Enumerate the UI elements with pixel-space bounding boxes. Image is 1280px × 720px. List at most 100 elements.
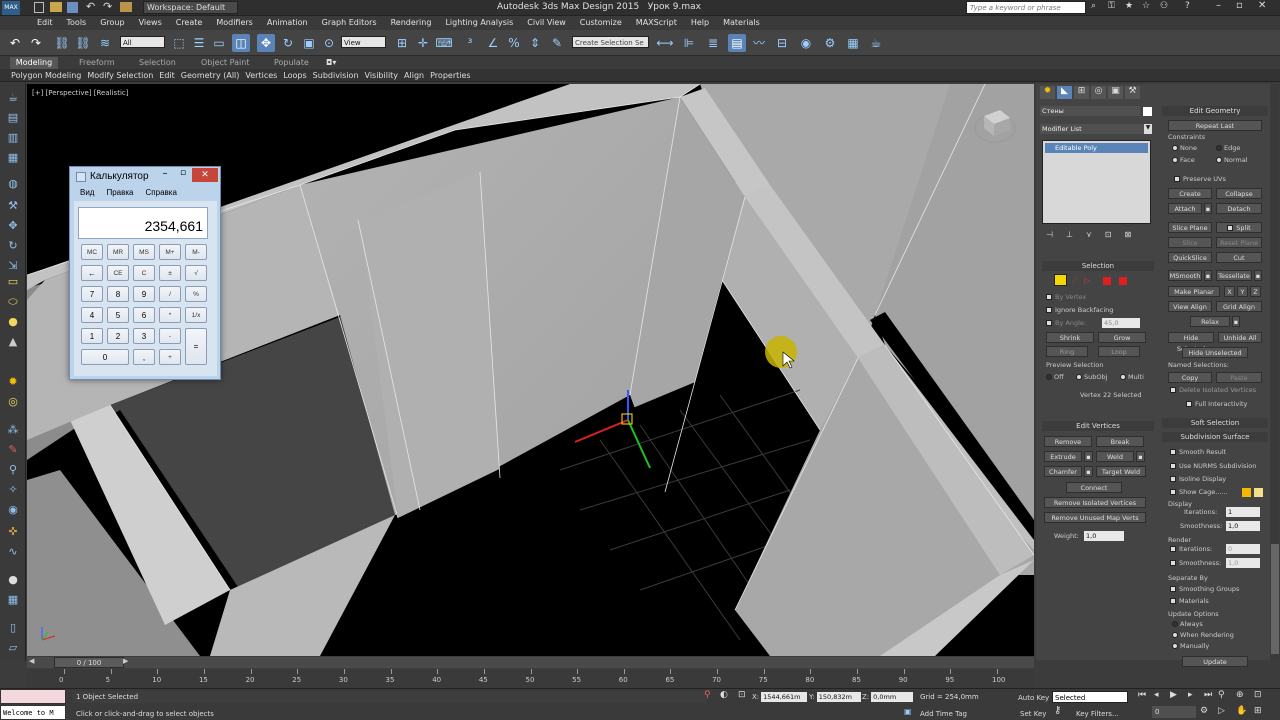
attach-button[interactable]: Attach [1168,203,1202,214]
iterations-spinner[interactable]: 1 [1226,507,1260,517]
polygon-mode-icon[interactable] [1103,277,1111,285]
calc-key-sqrt[interactable]: √ [185,265,207,281]
hierarchy-tab-icon[interactable]: ⊞ [1074,86,1089,99]
move-icon[interactable]: ✥ [5,219,21,233]
time-slider[interactable]: ◀ 0 / 100 ▶ [27,657,1034,668]
update-when-rendering-radio[interactable]: When Rendering [1172,630,1234,640]
frame-field[interactable]: 0 [1152,706,1196,718]
rect-selection-icon[interactable]: ▭ [210,34,228,52]
chamfer-settings-icon[interactable]: ▪ [1084,466,1093,477]
time-config-icon[interactable]: ⚙ [1200,706,1208,716]
open-file-icon[interactable] [50,2,62,12]
render-setup-icon[interactable]: ⚙ [821,34,839,52]
expand-icon[interactable]: ▱ [5,641,21,655]
select-manipulate-icon[interactable]: ✛ [414,34,432,52]
calc-key-ms[interactable]: MS [133,244,155,260]
link-icon[interactable]: ⛓ [53,34,71,52]
snaps-toggle-icon[interactable]: ³ [461,34,479,52]
panel-vertices[interactable]: Vertices [242,69,280,82]
curve-editor-icon[interactable]: 〰 [750,34,768,52]
planar-z-button[interactable]: Z [1250,286,1261,297]
time-slider-left-arrow-icon[interactable]: ◀ [29,657,34,665]
close-icon[interactable]: ✕ [1258,0,1266,11]
target-weld-button[interactable]: Target Weld [1096,466,1146,477]
relax-button[interactable]: Relax [1190,316,1230,327]
panel-align[interactable]: Align [401,69,427,82]
calc-close-icon[interactable]: ✕ [192,168,218,182]
paste-button[interactable]: Paste [1216,372,1262,383]
attach-settings-icon[interactable]: ▪ [1204,203,1212,214]
pivot-center-icon[interactable]: ⊞ [393,34,411,52]
smoothness-spinner[interactable]: 1,0 [1226,521,1260,531]
camera-icon[interactable]: ◍ [5,177,21,191]
constraint-normal-radio[interactable]: Normal [1216,155,1248,165]
spline-icon[interactable]: ∿ [5,545,21,559]
calc-key-ce[interactable]: CE [107,265,129,281]
key-mode-dropdown[interactable]: Selected [1052,691,1128,703]
search-icon[interactable]: ⌕ [1091,1,1096,11]
viewport-label[interactable]: [+] [Perspective] [Realistic] [32,88,128,98]
weight-spinner[interactable]: 1,0 [1084,531,1124,541]
layer-manager-icon[interactable]: ≣ [704,34,722,52]
soft-selection-rollout-title[interactable]: Soft Selection [1162,418,1268,428]
grow-button[interactable]: Grow [1098,332,1146,343]
menu-graph-editors[interactable]: Graph Editors [315,16,384,30]
calc-key-2[interactable]: 2 [107,328,129,344]
window-crossing-icon[interactable]: ◫ [232,34,250,52]
by-vertex-checkbox[interactable]: By Vertex [1046,292,1086,302]
calc-key-mplus[interactable]: M+ [159,244,181,260]
align-icon[interactable]: ⊫ [680,34,698,52]
menu-modifiers[interactable]: Modifiers [209,16,260,30]
calc-key-percent[interactable]: % [185,286,207,302]
create-tab-icon[interactable]: ✹ [1040,86,1055,99]
calc-key-backspace[interactable]: ← [81,265,103,281]
render-iterations-spinner[interactable]: 0 [1226,544,1260,554]
time-slider-thumb[interactable]: 0 / 100 [54,657,124,668]
maximize-icon[interactable]: ▫ [1236,0,1243,11]
stack-item-editable-poly[interactable]: Editable Poly [1045,143,1148,153]
remove-button[interactable]: Remove [1044,436,1092,447]
render-icon[interactable]: ● [5,573,21,587]
table-icon[interactable]: ▦ [5,151,21,165]
by-angle-spinner[interactable]: 45,0 [1102,318,1140,328]
menu-customize[interactable]: Customize [573,16,629,30]
rendered-frame-icon[interactable]: ▦ [844,34,862,52]
ribbon-tab-freeform[interactable]: Freeform [79,57,115,69]
light-icon[interactable]: ✹ [5,375,21,389]
pan-icon[interactable]: ✋ [1236,706,1247,716]
element-mode-icon[interactable] [1119,277,1127,285]
panel-edit[interactable]: Edit [156,69,178,82]
copy-button[interactable]: Copy [1168,372,1212,383]
update-button[interactable]: Update [1182,656,1248,667]
torus-icon[interactable]: ◎ [5,395,21,409]
teapot-icon[interactable]: ☕ [5,91,21,105]
bind-spacewarp-icon[interactable]: ≋ [96,34,114,52]
update-manually-radio[interactable]: Manually [1172,641,1209,651]
save-file-icon[interactable] [67,2,78,13]
extrude-button[interactable]: Extrude [1044,451,1082,462]
cut-button[interactable]: Cut [1216,252,1262,263]
select-by-name-icon[interactable]: ☰ [190,34,208,52]
modifier-stack[interactable]: Editable Poly [1042,140,1151,224]
communication-icon[interactable]: ★ [1125,1,1133,11]
cage-color-swatch-2[interactable] [1254,488,1263,497]
object-color-swatch[interactable] [1143,107,1152,116]
extrude-settings-icon[interactable]: ▪ [1084,451,1093,462]
next-frame-icon[interactable]: ▸ [1188,690,1193,700]
constraint-edge-radio[interactable]: Edge [1216,143,1240,153]
create-button[interactable]: Create [1168,188,1212,199]
ring-button[interactable]: Ring [1046,346,1088,357]
graphite-toggle-icon[interactable]: ▤ [728,34,746,52]
calc-minimize-icon[interactable]: – [156,168,174,182]
redo-icon[interactable]: ↷ [27,34,45,52]
select-move-icon[interactable]: ✥ [257,34,275,52]
panel-subdivision[interactable]: Subdivision [310,69,362,82]
sphere-icon[interactable]: ● [5,315,21,329]
box-icon[interactable]: ▭ [5,275,21,289]
search-input[interactable]: Type a keyword or phrase [966,1,1086,14]
material-editor-icon[interactable]: ◉ [797,34,815,52]
ribbon-tab-modeling[interactable]: Modeling [10,57,58,69]
z-value-field[interactable]: 0,0mm [871,692,914,702]
mirror-icon[interactable]: ⟷ [656,34,674,52]
schematic-view-icon[interactable]: ⊟ [773,34,791,52]
